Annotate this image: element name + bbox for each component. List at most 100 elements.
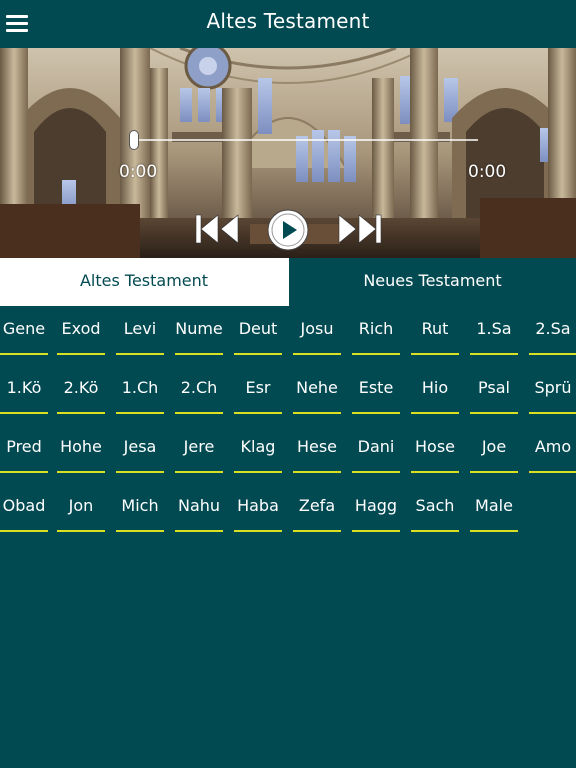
book-underline <box>293 530 341 532</box>
tab-neues-testament[interactable]: Neues Testament <box>289 258 576 306</box>
play-icon[interactable] <box>266 208 310 252</box>
book-label: Psal <box>478 378 510 397</box>
book-underline <box>352 471 400 473</box>
seek-bar-thumb[interactable] <box>129 130 139 150</box>
book-button[interactable]: Pred <box>0 424 48 474</box>
book-label: Hese <box>296 437 338 456</box>
book-label: Rut <box>421 319 449 338</box>
book-underline <box>470 412 518 414</box>
book-button[interactable]: 2.Ch <box>175 365 223 415</box>
book-label: Exod <box>61 319 101 338</box>
book-button[interactable]: 1.Sa <box>470 306 518 356</box>
book-label: 2.Ch <box>180 378 218 397</box>
book-underline <box>411 412 459 414</box>
book-label: Sach <box>415 496 455 515</box>
book-underline <box>234 530 282 532</box>
book-button[interactable]: Levi <box>116 306 164 356</box>
book-underline <box>0 471 48 473</box>
book-label: Joe <box>481 437 507 456</box>
book-button[interactable]: Zefa <box>293 483 341 533</box>
book-button[interactable]: 2.Sa <box>529 306 576 356</box>
elapsed-time: 0:00 <box>119 162 158 182</box>
book-button[interactable]: Este <box>352 365 400 415</box>
book-label: 1.Kö <box>6 378 42 397</box>
book-underline <box>293 471 341 473</box>
book-button[interactable]: Jesa <box>116 424 164 474</box>
book-underline <box>116 412 164 414</box>
book-button[interactable]: Jon <box>57 483 105 533</box>
book-button[interactable]: Esr <box>234 365 282 415</box>
book-button[interactable]: 2.Kö <box>57 365 105 415</box>
book-underline <box>175 353 223 355</box>
book-label: Levi <box>123 319 157 338</box>
book-button[interactable]: 1.Ch <box>116 365 164 415</box>
book-button[interactable]: Dani <box>352 424 400 474</box>
book-button[interactable]: Jere <box>175 424 223 474</box>
book-underline <box>57 412 105 414</box>
book-button[interactable]: Hose <box>411 424 459 474</box>
book-label: 2.Kö <box>63 378 99 397</box>
book-label: 1.Ch <box>121 378 159 397</box>
book-underline <box>352 353 400 355</box>
skip-previous-icon[interactable] <box>194 211 240 247</box>
book-label: Hohe <box>60 437 102 456</box>
total-time: 0:00 <box>468 162 507 182</box>
book-label: Nume <box>175 319 223 338</box>
book-underline <box>293 412 341 414</box>
book-label: Jesa <box>123 437 157 456</box>
book-button[interactable]: Rich <box>352 306 400 356</box>
book-label: Mich <box>121 496 159 515</box>
book-button[interactable]: Nahu <box>175 483 223 533</box>
book-underline <box>470 353 518 355</box>
app-header: Altes Testament <box>0 0 576 48</box>
book-underline <box>411 353 459 355</box>
book-button[interactable]: Male <box>470 483 518 533</box>
book-button[interactable]: Deut <box>234 306 282 356</box>
book-underline <box>352 412 400 414</box>
book-label: Josu <box>300 319 334 338</box>
book-underline <box>57 471 105 473</box>
book-button[interactable]: Gene <box>0 306 48 356</box>
book-underline <box>352 530 400 532</box>
skip-next-icon[interactable] <box>337 211 383 247</box>
book-label: Amo <box>534 437 572 456</box>
book-button[interactable]: Josu <box>293 306 341 356</box>
book-button[interactable]: Joe <box>470 424 518 474</box>
book-label: Sprü <box>534 378 572 397</box>
tab-altes-testament[interactable]: Altes Testament <box>0 258 288 306</box>
book-underline <box>57 353 105 355</box>
book-label: Obad <box>2 496 46 515</box>
book-button[interactable]: Hese <box>293 424 341 474</box>
book-button[interactable]: Obad <box>0 483 48 533</box>
book-button[interactable]: Haba <box>234 483 282 533</box>
book-button[interactable]: Exod <box>57 306 105 356</box>
book-button[interactable]: Hio <box>411 365 459 415</box>
book-button[interactable]: Nume <box>175 306 223 356</box>
book-button[interactable]: Klag <box>234 424 282 474</box>
book-label: Hagg <box>354 496 398 515</box>
book-underline <box>0 353 48 355</box>
book-button[interactable]: 1.Kö <box>0 365 48 415</box>
book-button[interactable]: Hohe <box>57 424 105 474</box>
book-underline <box>175 530 223 532</box>
book-button[interactable]: Psal <box>470 365 518 415</box>
book-button[interactable]: Rut <box>411 306 459 356</box>
testament-tabs: Altes Testament Neues Testament <box>0 258 576 306</box>
book-label: Zefa <box>298 496 336 515</box>
book-button[interactable]: Mich <box>116 483 164 533</box>
book-underline <box>529 412 576 414</box>
book-underline <box>470 530 518 532</box>
book-underline <box>116 471 164 473</box>
book-underline <box>0 530 48 532</box>
book-button[interactable]: Sprü <box>529 365 576 415</box>
book-button[interactable]: Amo <box>529 424 576 474</box>
book-label: Hio <box>421 378 449 397</box>
seek-bar-track[interactable] <box>135 139 478 141</box>
book-underline <box>116 530 164 532</box>
book-label: Male <box>475 496 513 515</box>
book-button[interactable]: Nehe <box>293 365 341 415</box>
book-button[interactable]: Sach <box>411 483 459 533</box>
book-button[interactable]: Hagg <box>352 483 400 533</box>
book-label: Nehe <box>296 378 338 397</box>
book-label: Este <box>358 378 394 397</box>
